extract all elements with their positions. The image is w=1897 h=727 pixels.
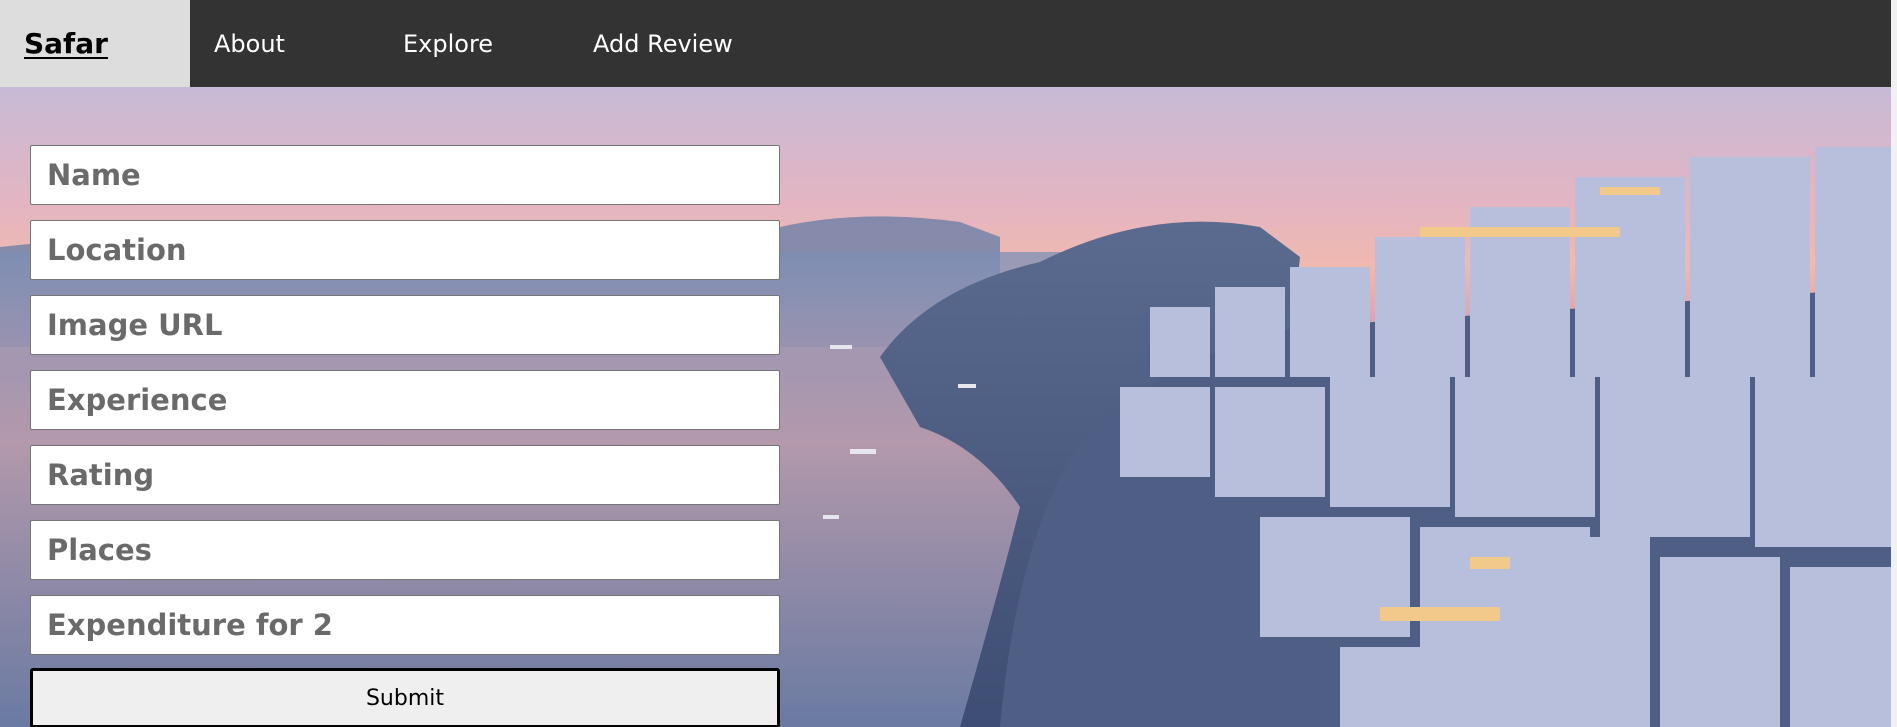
places-input[interactable] <box>30 520 780 580</box>
nav-add-review-link[interactable]: Add Review <box>593 0 733 87</box>
submit-button[interactable]: Submit <box>30 668 780 727</box>
experience-input[interactable] <box>30 370 780 430</box>
expenditure-input[interactable] <box>30 595 780 655</box>
nav-explore-link[interactable]: Explore <box>403 0 493 87</box>
location-input[interactable] <box>30 220 780 280</box>
nav-about-link[interactable]: About <box>214 0 285 87</box>
page: Safar About Explore Add Review Name Loca… <box>0 0 1897 727</box>
image-url-input[interactable] <box>30 295 780 355</box>
page-scrollbar[interactable] <box>1891 0 1897 727</box>
brand-logo[interactable]: Safar <box>0 0 190 87</box>
name-input[interactable] <box>30 145 780 205</box>
navbar: Safar About Explore Add Review <box>0 0 1897 87</box>
review-form: Submit <box>30 145 780 727</box>
rating-input[interactable] <box>30 445 780 505</box>
